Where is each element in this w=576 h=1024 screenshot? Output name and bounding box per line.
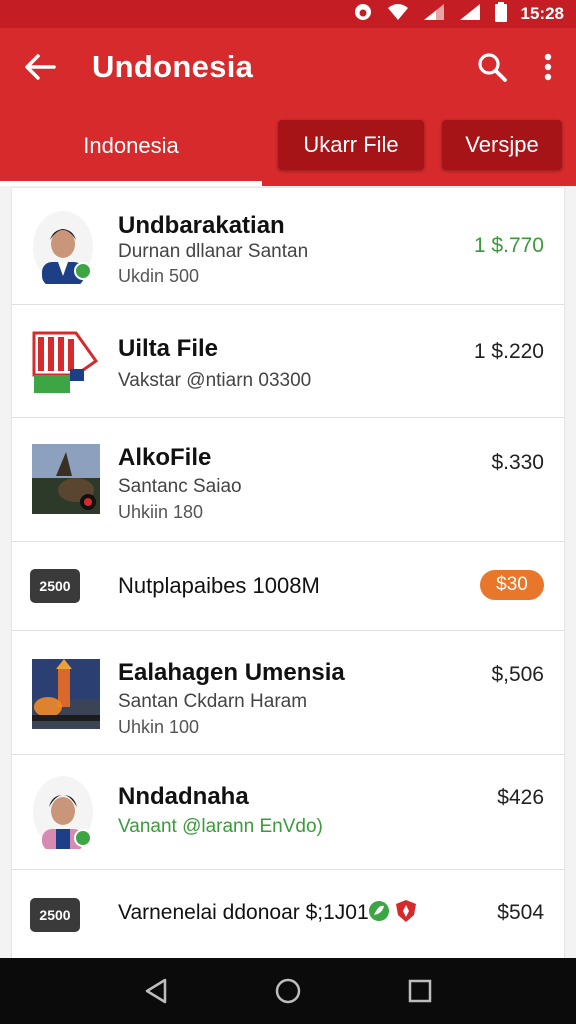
- signal-icon-2: [459, 3, 481, 26]
- nav-recents-button[interactable]: [400, 971, 440, 1011]
- item-subtitle: Santan Ckdarn Haram: [118, 691, 308, 712]
- status-time: 15:28: [520, 4, 564, 23]
- item-meta: Ukdin 500: [118, 266, 200, 286]
- list-item[interactable]: AlkoFile Santanc Saiao Uhkiin 180 $.330: [12, 418, 564, 542]
- verified-icon: [74, 829, 92, 847]
- data-saver-icon: [353, 2, 373, 27]
- search-button[interactable]: [464, 28, 520, 106]
- item-subtitle: Santanc Saiao: [118, 476, 242, 497]
- signal-icon: [423, 3, 445, 26]
- item-subtitle: Vakstar @ntiarn 03300: [118, 370, 312, 391]
- item-subtitle: Durnan dllanar Santan: [118, 241, 309, 262]
- app-screen: 15:28 Undonesia Indonesia Ukarr File Ver…: [0, 0, 576, 1024]
- item-price: $504: [497, 901, 544, 924]
- list-item[interactable]: 2500 Varnenelai ddonoar $;1J01 $504: [12, 870, 564, 958]
- back-triangle-icon: [145, 978, 167, 1004]
- item-price: 1 $.770: [473, 234, 544, 257]
- wifi-icon: [387, 3, 409, 26]
- leaf-icon: [368, 900, 390, 927]
- item-name: Varnenelai ddonoar $;1J01: [118, 901, 369, 924]
- overflow-menu-button[interactable]: [520, 28, 576, 106]
- item-price: $.330: [491, 451, 544, 474]
- tab-versjpe[interactable]: Versjpe: [442, 120, 562, 170]
- battery-icon: [494, 1, 507, 27]
- home-circle-icon: [275, 978, 301, 1004]
- item-list: Undbarakatian Durnan dllanar Santan Ukdi…: [12, 188, 564, 958]
- item-name: Ealahagen Umensia: [118, 659, 345, 686]
- item-subtitle: Vanant @larann EnVdo): [118, 816, 323, 837]
- tab-indonesia[interactable]: Indonesia: [0, 106, 262, 186]
- avatar: [32, 775, 94, 854]
- status-bar: 15:28: [0, 0, 576, 28]
- shield-icon: [394, 899, 418, 928]
- back-button[interactable]: [0, 28, 80, 106]
- item-name: Nutplapaibes 1008M: [118, 573, 320, 598]
- list-item[interactable]: Nndadnaha Vanant @larann EnVdo) $426: [12, 755, 564, 870]
- tab-bar: Indonesia Ukarr File Versjpe: [0, 106, 576, 186]
- list-item[interactable]: Undbarakatian Durnan dllanar Santan Ukdi…: [12, 188, 564, 305]
- item-meta: Uhkin 100: [118, 717, 200, 737]
- app-title: Undonesia: [92, 49, 254, 84]
- photo-thumbnail: [32, 444, 100, 519]
- item-badge: 2500: [30, 569, 80, 603]
- avatar: [32, 210, 94, 289]
- app-bar: Undonesia: [0, 28, 576, 106]
- search-icon: [478, 53, 507, 82]
- item-price: $,506: [491, 663, 544, 686]
- item-meta: Uhkiin 180: [118, 502, 204, 522]
- verified-icon: [74, 262, 92, 280]
- more-vert-icon: [544, 53, 552, 81]
- item-name: Nndadnaha: [118, 783, 249, 810]
- item-price: 1 $.220: [473, 340, 544, 363]
- item-name: AlkoFile: [118, 444, 212, 471]
- photo-thumbnail: [32, 659, 100, 734]
- item-name: Uilta File: [118, 335, 219, 362]
- tab-ukarr-file[interactable]: Ukarr File: [278, 120, 424, 170]
- list-item[interactable]: 2500 Nutplapaibes 1008M $30: [12, 542, 564, 631]
- item-price: $426: [497, 786, 544, 809]
- nav-back-button[interactable]: [136, 971, 176, 1011]
- item-badge: 2500: [30, 898, 80, 932]
- item-name: Undbarakatian: [118, 212, 285, 239]
- flag-file-icon: [32, 331, 99, 400]
- recents-square-icon: [408, 979, 432, 1003]
- arrow-back-icon: [25, 54, 56, 80]
- price-badge: $30: [480, 570, 544, 600]
- system-nav-bar: [0, 958, 576, 1024]
- list-item[interactable]: Ealahagen Umensia Santan Ckdarn Haram Uh…: [12, 631, 564, 755]
- list-item[interactable]: Uilta File Vakstar @ntiarn 03300 1 $.220: [12, 305, 564, 418]
- tab-indicator: [0, 181, 262, 186]
- nav-home-button[interactable]: [268, 971, 308, 1011]
